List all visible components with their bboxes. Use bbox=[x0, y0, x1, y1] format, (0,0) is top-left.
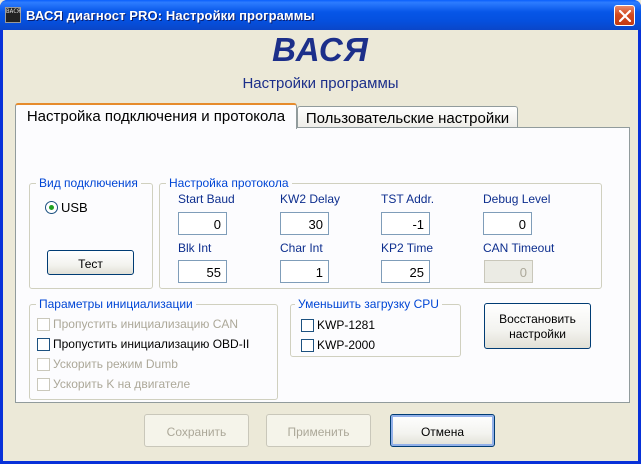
skip-can-init-label: Пропустить инициализацию CAN bbox=[53, 317, 239, 331]
restore-settings-button[interactable]: Восстановить настройки bbox=[484, 303, 591, 349]
kw2-delay-input[interactable]: 30 bbox=[280, 212, 329, 235]
protocol-group-title: Настройка протокола bbox=[166, 176, 292, 190]
tab-user-settings[interactable]: Пользовательские настройки bbox=[297, 106, 518, 129]
cancel-button[interactable]: Отмена bbox=[390, 414, 495, 447]
protocol-group: Настройка протокола Start Baud 0 KW2 Del… bbox=[159, 176, 602, 289]
usb-radio-label: USB bbox=[61, 200, 88, 215]
dialog-body: ВАСЯ Настройки программы Настройка подкл… bbox=[3, 30, 638, 461]
blk-int-input[interactable]: 55 bbox=[178, 260, 227, 283]
blk-int-label: Blk Int bbox=[178, 241, 212, 255]
init-group: Параметры инициализации Пропустить иници… bbox=[29, 297, 278, 400]
title-bar[interactable]: ВАСЯ ВАСЯ диагност PRO: Настройки програ… bbox=[0, 0, 641, 30]
kp2-time-label: KP2 Time bbox=[381, 241, 434, 255]
connection-group-title: Вид подключения bbox=[36, 176, 141, 190]
window-frame: ВАСЯ ВАСЯ диагност PRO: Настройки програ… bbox=[0, 0, 641, 464]
can-timeout-label: CAN Timeout bbox=[483, 241, 555, 255]
kwp1281-label[interactable]: KWP-1281 bbox=[317, 318, 375, 332]
char-int-label: Char Int bbox=[280, 241, 323, 255]
kp2-time-input[interactable]: 25 bbox=[381, 260, 430, 283]
close-icon bbox=[619, 10, 631, 22]
apply-button[interactable]: Применить bbox=[266, 414, 371, 447]
tab-connection-protocol[interactable]: Настройка подключения и протокола bbox=[15, 103, 297, 129]
kw2-delay-label: KW2 Delay bbox=[280, 192, 341, 206]
speed-dumb-mode-checkbox bbox=[37, 358, 50, 371]
tab-panel: Вид подключения USB Тест Настройка прото… bbox=[15, 127, 630, 403]
char-int-input[interactable]: 1 bbox=[280, 260, 329, 283]
test-button[interactable]: Тест bbox=[47, 250, 134, 275]
restore-settings-line2: настройки bbox=[509, 327, 566, 341]
start-baud-label: Start Baud bbox=[178, 192, 235, 206]
init-group-title: Параметры инициализации bbox=[36, 297, 196, 311]
brand-logo-text: ВАСЯ bbox=[272, 31, 369, 68]
speed-k-engine-label: Ускорить K на двигателе bbox=[53, 377, 191, 391]
page-subtitle: Настройки программы bbox=[242, 75, 399, 92]
usb-radio[interactable] bbox=[45, 201, 58, 214]
kwp2000-label[interactable]: KWP-2000 bbox=[317, 338, 375, 352]
start-baud-input[interactable]: 0 bbox=[178, 212, 227, 235]
restore-settings-line1: Восстановить bbox=[499, 312, 576, 326]
skip-obd2-init-label[interactable]: Пропустить инициализацию OBD-II bbox=[53, 337, 249, 351]
tst-addr-input[interactable]: -1 bbox=[381, 212, 430, 235]
tst-addr-label: TST Addr. bbox=[381, 192, 435, 206]
skip-can-init-checkbox bbox=[37, 318, 50, 331]
debug-level-input[interactable]: 0 bbox=[483, 212, 532, 235]
window-title: ВАСЯ диагност PRO: Настройки программы bbox=[26, 8, 315, 23]
can-timeout-input: 0 bbox=[484, 260, 533, 283]
cpu-group: Уменьшить загрузку CPU KWP-1281 KWP-2000 bbox=[290, 297, 461, 357]
cpu-group-title: Уменьшить загрузку CPU bbox=[295, 297, 442, 311]
speed-k-engine-checkbox bbox=[37, 378, 50, 391]
save-button[interactable]: Сохранить bbox=[144, 414, 249, 447]
skip-obd2-init-checkbox[interactable] bbox=[37, 338, 50, 351]
speed-dumb-mode-label: Ускорить режим Dumb bbox=[53, 357, 178, 371]
kwp1281-checkbox[interactable] bbox=[301, 319, 314, 332]
connection-group: Вид подключения USB Тест bbox=[29, 176, 153, 289]
close-button[interactable] bbox=[614, 5, 635, 26]
kwp2000-checkbox[interactable] bbox=[301, 339, 314, 352]
debug-level-label: Debug Level bbox=[483, 192, 551, 206]
app-icon[interactable]: ВАСЯ bbox=[5, 7, 21, 23]
